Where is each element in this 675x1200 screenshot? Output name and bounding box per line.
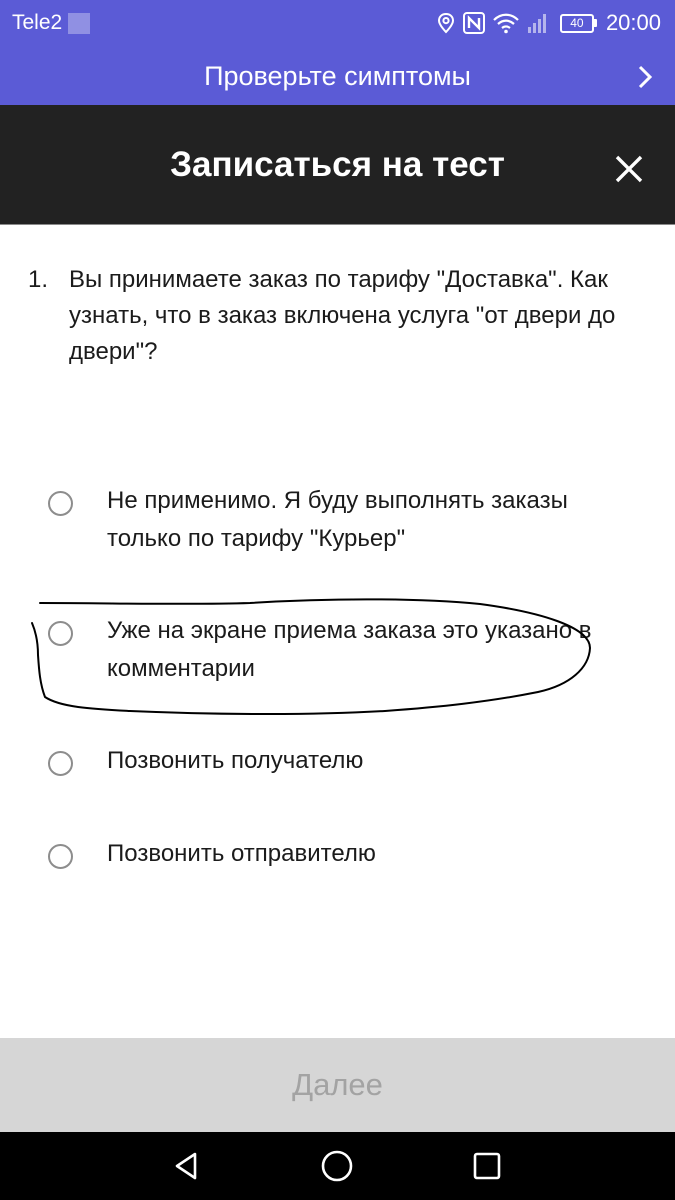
question-number: 1.	[28, 266, 49, 293]
back-button[interactable]	[167, 1146, 207, 1186]
check-symptoms-banner[interactable]: Проверьте симптомы	[0, 48, 675, 105]
status-icons: 40 20:00	[436, 9, 661, 37]
page-title: Записаться на тест	[170, 145, 505, 184]
answer-option[interactable]: Позвонить отправителю	[48, 840, 638, 873]
answer-option-label: Позвонить отправителю	[107, 840, 376, 867]
close-icon	[615, 155, 643, 183]
nfc-icon	[462, 12, 485, 34]
radio-button[interactable]	[48, 751, 73, 776]
back-icon	[175, 1152, 197, 1180]
answer-option-label: Позвонить получателю	[107, 747, 364, 774]
answer-option[interactable]: Не применимо. Я буду выполнять заказы то…	[48, 487, 638, 558]
recents-icon	[473, 1152, 501, 1180]
signal-icon	[527, 14, 546, 33]
wifi-icon	[493, 13, 519, 34]
answer-option[interactable]: Позвонить получателю	[48, 747, 638, 780]
home-button[interactable]	[317, 1146, 357, 1186]
recents-button[interactable]	[467, 1146, 507, 1186]
clock: 20:00	[605, 10, 661, 35]
next-button[interactable]: Далее	[0, 1038, 675, 1132]
header-divider	[0, 224, 675, 225]
close-button[interactable]	[607, 147, 651, 191]
location-icon	[437, 12, 454, 34]
radio-button[interactable]	[48, 491, 73, 516]
status-bar: Tele2 40 20:00	[0, 0, 675, 48]
carrier-redaction	[68, 13, 90, 34]
home-icon	[321, 1150, 353, 1182]
battery-level: 40	[559, 13, 594, 33]
answer-option-label: Уже на экране приема заказа это указано …	[107, 617, 592, 682]
question-text: Вы принимаете заказ по тарифу "Доставка"…	[69, 266, 616, 365]
question: 1. Вы принимаете заказ по тарифу "Достав…	[28, 262, 648, 370]
radio-button[interactable]	[48, 844, 73, 869]
answer-option-label: Не применимо. Я буду выполнять заказы то…	[107, 487, 568, 552]
battery-icon: 40	[559, 13, 597, 33]
chevron-right-icon	[638, 65, 653, 89]
carrier-name: Tele2	[12, 11, 63, 34]
screen-header: Записаться на тест	[0, 105, 675, 224]
system-navigation-bar	[0, 1132, 675, 1200]
banner-text: Проверьте симптомы	[204, 61, 471, 91]
answer-option[interactable]: Уже на экране приема заказа это указано …	[48, 617, 638, 688]
next-button-label: Далее	[292, 1067, 383, 1102]
radio-button[interactable]	[48, 621, 73, 646]
